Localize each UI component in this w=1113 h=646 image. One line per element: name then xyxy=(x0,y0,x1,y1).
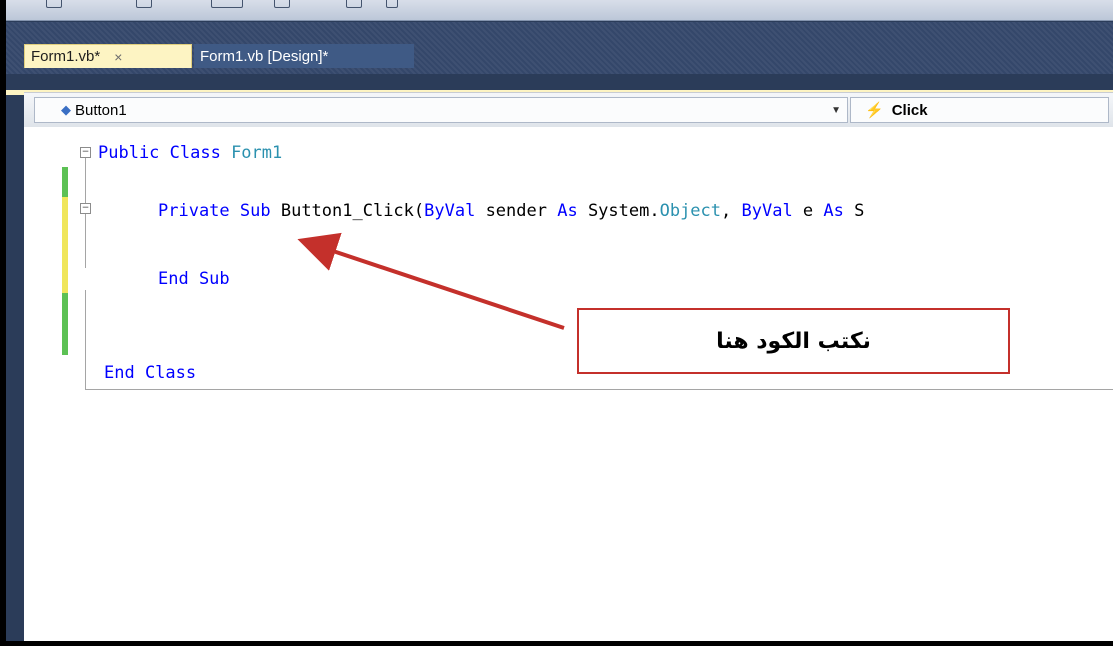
callout-text: نكتب الكود هنا xyxy=(716,328,871,354)
annotation-callout: نكتب الكود هنا xyxy=(577,308,1010,374)
ide-window: Form1.vb* × Form1.vb [Design]* ◆ Button1… xyxy=(6,0,1113,641)
